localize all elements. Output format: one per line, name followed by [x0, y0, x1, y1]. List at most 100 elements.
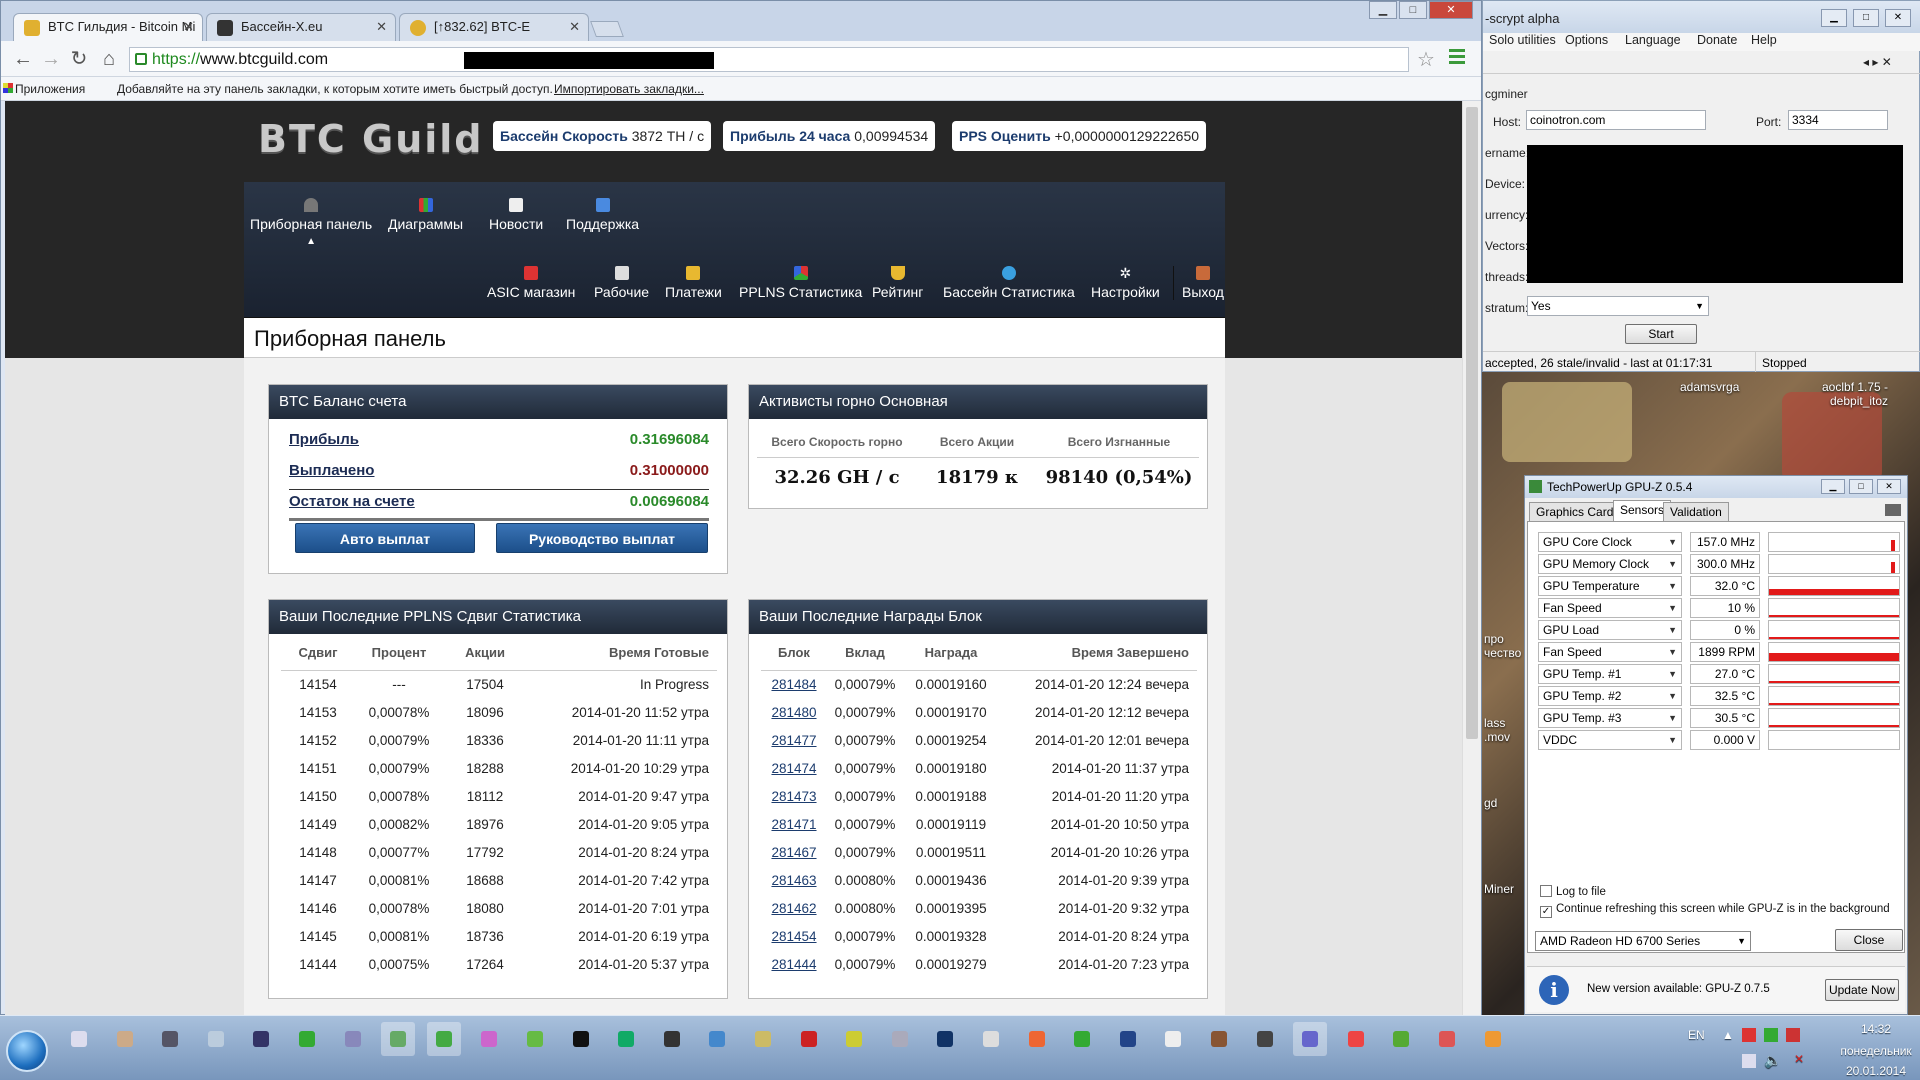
taskbar-app-icon[interactable]: [426, 1022, 461, 1056]
taskbar-app-icon[interactable]: [792, 1022, 826, 1056]
home-icon[interactable]: ⌂: [97, 47, 121, 71]
site-logo[interactable]: BTC Guild: [258, 117, 484, 161]
sensor-name-select[interactable]: GPU Temp. #2: [1538, 686, 1682, 706]
nav-news[interactable]: Новости: [489, 198, 543, 232]
close-tab-icon[interactable]: ✕: [376, 14, 387, 40]
page-scrollbar[interactable]: [1462, 101, 1481, 1016]
tray-x-icon[interactable]: ✕: [1794, 1052, 1804, 1066]
host-input[interactable]: coinotron.com: [1526, 110, 1706, 130]
close-icon[interactable]: ✕: [1885, 9, 1911, 27]
close-tab-icon[interactable]: ✕: [569, 14, 580, 40]
close-icon[interactable]: ✕: [1429, 1, 1473, 19]
tab-pool-x[interactable]: Бассейн-X.eu ✕: [206, 13, 396, 41]
update-now-button[interactable]: Update Now: [1825, 979, 1899, 1001]
nav-pplns-stats[interactable]: PPLNS Статистика: [739, 266, 862, 300]
block-link[interactable]: 281444: [771, 957, 816, 972]
taskbar-app-icon[interactable]: [62, 1022, 96, 1056]
maximize-icon[interactable]: □: [1399, 1, 1427, 19]
block-link[interactable]: 281477: [771, 733, 816, 748]
nav-asic-store[interactable]: ASIC магазин: [487, 266, 575, 300]
taskbar-app-icon[interactable]: [746, 1022, 780, 1056]
clock-time[interactable]: 14:32: [1836, 1022, 1916, 1036]
log-to-file-checkbox[interactable]: Log to file: [1540, 885, 1606, 898]
apps-link[interactable]: Приложения: [15, 77, 85, 101]
reload-icon[interactable]: ↻: [67, 47, 91, 71]
profit-link[interactable]: Прибыль: [289, 431, 359, 448]
tab-validation[interactable]: Validation: [1663, 502, 1729, 522]
maximize-icon[interactable]: □: [1849, 479, 1873, 494]
close-button[interactable]: Close: [1835, 929, 1903, 951]
desktop-label[interactable]: чество: [1484, 646, 1521, 660]
volume-icon[interactable]: 🔈: [1764, 1052, 1781, 1069]
start-button[interactable]: Start: [1625, 324, 1697, 344]
taskbar-app-icon[interactable]: [108, 1022, 142, 1056]
tab-graphics-card[interactable]: Graphics Card: [1529, 502, 1621, 522]
block-link[interactable]: 281463: [771, 873, 816, 888]
menu-language[interactable]: Language: [1625, 33, 1681, 47]
sensor-name-select[interactable]: GPU Core Clock: [1538, 532, 1682, 552]
nav-logout[interactable]: Выход: [1173, 266, 1224, 300]
address-bar[interactable]: https://www.btcguild.com: [129, 47, 1409, 72]
desktop-label[interactable]: .mov: [1484, 730, 1510, 744]
nav-workers[interactable]: Рабочие: [594, 266, 649, 300]
taskbar-app-icon[interactable]: [655, 1022, 689, 1056]
tray-display-icon[interactable]: [1742, 1054, 1756, 1068]
back-icon[interactable]: ←: [11, 47, 35, 71]
desktop-label[interactable]: debpit_itoz: [1830, 394, 1888, 408]
taskbar-app-icon[interactable]: [153, 1022, 187, 1056]
taskbar-app-icon[interactable]: [1248, 1022, 1282, 1056]
auto-payout-button[interactable]: Авто выплат: [295, 523, 475, 553]
nav-dashboard[interactable]: Приборная панель ▲: [250, 198, 372, 247]
close-tab-icon[interactable]: ✕: [183, 14, 194, 40]
forward-icon[interactable]: →: [39, 47, 63, 71]
import-bookmarks-link[interactable]: Импортировать закладки...: [554, 77, 704, 101]
taskbar-app-icon[interactable]: [1476, 1022, 1510, 1056]
sensor-name-select[interactable]: Fan Speed: [1538, 642, 1682, 662]
block-link[interactable]: 281480: [771, 705, 816, 720]
tray-arrow-icon[interactable]: ▲: [1722, 1028, 1734, 1042]
language-indicator[interactable]: EN: [1688, 1028, 1705, 1042]
sensor-name-select[interactable]: GPU Temperature: [1538, 576, 1682, 596]
block-link[interactable]: 281473: [771, 789, 816, 804]
menu-solo-utilities[interactable]: Solo utilities: [1489, 33, 1556, 47]
taskbar-app-icon[interactable]: [837, 1022, 871, 1056]
sensor-name-select[interactable]: GPU Temp. #1: [1538, 664, 1682, 684]
taskbar-app-icon[interactable]: [883, 1022, 917, 1056]
menu-options[interactable]: Options: [1565, 33, 1608, 47]
taskbar-app-icon[interactable]: [1020, 1022, 1054, 1056]
block-link[interactable]: 281467: [771, 845, 816, 860]
taskbar-app-icon[interactable]: [609, 1022, 643, 1056]
continue-refresh-checkbox[interactable]: ✓ Continue refreshing this screen while G…: [1540, 903, 1890, 918]
bookmark-star-icon[interactable]: ☆: [1417, 47, 1435, 72]
taskbar-app-icon[interactable]: [1202, 1022, 1236, 1056]
taskbar-app-icon[interactable]: [244, 1022, 278, 1056]
new-tab-button[interactable]: [590, 21, 624, 37]
minimize-icon[interactable]: ▁: [1369, 1, 1397, 19]
tab-btcguild[interactable]: BTC Гильдия - Bitcoin Mi ✕: [13, 13, 203, 41]
taskbar-app-icon[interactable]: [974, 1022, 1008, 1056]
paid-link[interactable]: Выплачено: [289, 462, 374, 479]
taskbar-app-icon[interactable]: [381, 1022, 416, 1056]
menu-help[interactable]: Help: [1751, 33, 1777, 47]
start-button[interactable]: [6, 1030, 48, 1072]
tray-network-icon[interactable]: [1786, 1028, 1800, 1042]
tray-antivirus-icon[interactable]: [1742, 1028, 1756, 1042]
desktop-label[interactable]: aoclbf 1.75 -: [1822, 380, 1888, 394]
nav-charts[interactable]: Диаграммы: [388, 198, 463, 232]
nav-pool-stats[interactable]: Бассейн Статистика: [943, 266, 1075, 300]
taskbar-app-icon[interactable]: [472, 1022, 506, 1056]
taskbar-app-icon[interactable]: [1339, 1022, 1373, 1056]
desktop-label[interactable]: Miner: [1484, 882, 1514, 896]
scrollbar-thumb[interactable]: [1466, 107, 1478, 739]
stratum-select[interactable]: Yes ▼: [1527, 296, 1709, 316]
sensor-name-select[interactable]: GPU Load: [1538, 620, 1682, 640]
taskbar-app-icon[interactable]: [1384, 1022, 1418, 1056]
taskbar-app-icon[interactable]: [1111, 1022, 1145, 1056]
camera-icon[interactable]: [1885, 504, 1901, 516]
desktop-label[interactable]: lass: [1484, 716, 1505, 730]
nav-support[interactable]: Поддержка: [566, 198, 639, 232]
tray-flag-icon[interactable]: [1764, 1028, 1778, 1042]
nav-ranking[interactable]: Рейтинг: [872, 266, 923, 300]
taskbar-app-icon[interactable]: [199, 1022, 233, 1056]
taskbar-app-icon[interactable]: [518, 1022, 552, 1056]
